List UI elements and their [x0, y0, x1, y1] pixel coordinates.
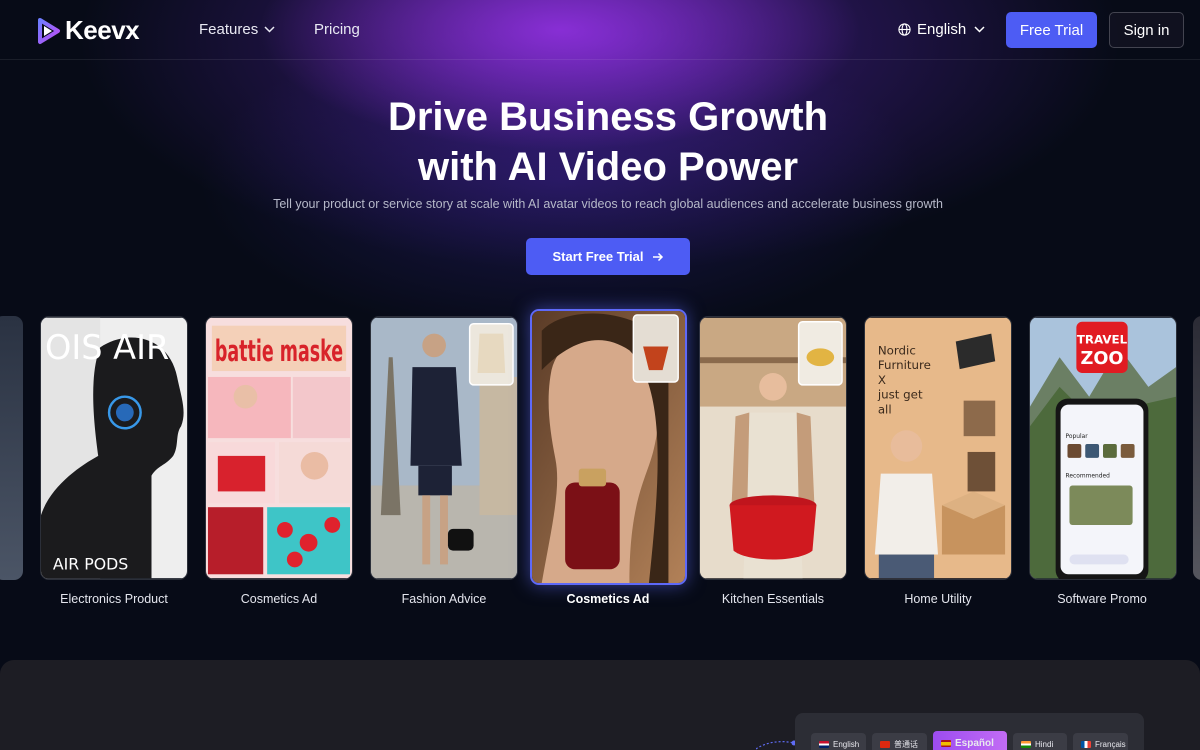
start-free-trial-button[interactable]: Start Free Trial	[526, 238, 690, 275]
language-chip-mandarin[interactable]: 普通话	[872, 733, 927, 750]
card-overlay-line: all	[878, 402, 892, 416]
card-label: Fashion Advice	[401, 592, 487, 606]
card-partial-left[interactable]	[0, 316, 23, 580]
chevron-down-icon	[264, 26, 275, 33]
flag-spain-icon	[941, 739, 951, 747]
showcase-card-home-utility[interactable]: Nordic Furniture X just get all	[864, 316, 1012, 580]
card-overlay-line: X	[878, 373, 886, 387]
card-overlay-line: Furniture	[878, 358, 931, 372]
cta-label: Start Free Trial	[552, 249, 644, 264]
language-chip-hindi[interactable]: Hindi	[1013, 733, 1067, 750]
language-chip-label: Français	[1095, 739, 1126, 749]
connector-line	[756, 740, 796, 750]
language-chip-label: English	[833, 739, 860, 749]
free-trial-button[interactable]: Free Trial	[1006, 12, 1097, 48]
keevx-logo-icon	[38, 17, 60, 44]
showcase-card-software[interactable]: TRAVEL ZOO Popular Recommended	[1029, 316, 1177, 580]
hero-subtitle: Tell your product or service story at sc…	[273, 197, 943, 211]
app-section-title: Popular	[1066, 434, 1089, 440]
nav-pricing[interactable]: Pricing	[314, 21, 360, 38]
card-label: Electronics Product	[60, 592, 168, 606]
app-section-title: Recommended	[1066, 474, 1111, 480]
card-thumbnail	[532, 311, 685, 583]
hero-title: Drive Business Growth with AI Video Powe…	[0, 92, 1200, 192]
flag-india-icon	[1021, 740, 1031, 748]
nav-features[interactable]: Features	[199, 21, 275, 38]
card-badge-bottom: ZOO	[1080, 349, 1123, 369]
showcase-card-fashion[interactable]	[370, 316, 518, 580]
card-overlay-line: Nordic	[878, 343, 916, 357]
card-overlay-bottom: AIR PODS	[53, 554, 128, 573]
showcase-card-electronics[interactable]: OIS AIR AIR PODS	[40, 316, 188, 580]
card-thumbnail: TRAVEL ZOO Popular Recommended	[1030, 317, 1176, 579]
language-chip-label: Hindi	[1035, 739, 1054, 749]
nav-features-label: Features	[199, 21, 259, 38]
card-thumbnail	[700, 317, 846, 579]
globe-icon	[898, 23, 911, 36]
showcase-card-cosmetics[interactable]: battie maske	[205, 316, 353, 580]
showcase-card-cosmetics-active[interactable]	[530, 309, 687, 585]
hero-title-line1: Drive Business Growth	[387, 95, 829, 139]
language-selector[interactable]: English	[898, 21, 985, 38]
arrow-right-icon	[652, 252, 663, 261]
flag-france-icon	[1081, 740, 1091, 748]
card-thumbnail: Nordic Furniture X just get all	[865, 317, 1011, 579]
card-thumbnail	[371, 317, 517, 579]
card-overlay-top: battie maske	[215, 334, 343, 368]
top-nav: Keevx Features Pricing English Free Tria…	[0, 0, 1200, 60]
card-label: Software Promo	[1057, 592, 1147, 606]
language-chip-spanish[interactable]: Español	[933, 731, 1007, 750]
brand-name: Keevx	[65, 15, 140, 45]
showcase-card-kitchen[interactable]	[699, 316, 847, 580]
language-chip-label: Español	[955, 737, 994, 749]
nav-pricing-label: Pricing	[314, 21, 360, 38]
card-label: Home Utility	[904, 592, 972, 606]
flag-uk-icon	[819, 740, 829, 748]
language-chip-label: 普通话	[894, 739, 918, 749]
language-chip-french[interactable]: Français	[1073, 733, 1128, 750]
card-label: Cosmetics Ad	[566, 592, 650, 606]
chevron-down-icon	[974, 26, 985, 33]
language-label: English	[917, 21, 967, 38]
card-overlay-top: OIS AIR	[45, 328, 169, 367]
card-label: Cosmetics Ad	[240, 592, 318, 606]
hero-title-line2: with AI Video Power	[417, 145, 799, 189]
language-chip-english[interactable]: English	[811, 733, 866, 750]
sign-in-button[interactable]: Sign in	[1109, 12, 1184, 48]
card-overlay-line: just get	[877, 388, 923, 402]
card-label: Kitchen Essentials	[721, 592, 825, 606]
card-badge-top: TRAVEL	[1077, 332, 1128, 346]
card-partial-right[interactable]	[1193, 316, 1200, 580]
card-thumbnail: battie maske	[206, 317, 352, 579]
card-thumbnail: OIS AIR AIR PODS	[41, 317, 187, 579]
flag-china-icon	[880, 740, 890, 748]
brand-logo[interactable]: Keevx	[34, 15, 140, 46]
